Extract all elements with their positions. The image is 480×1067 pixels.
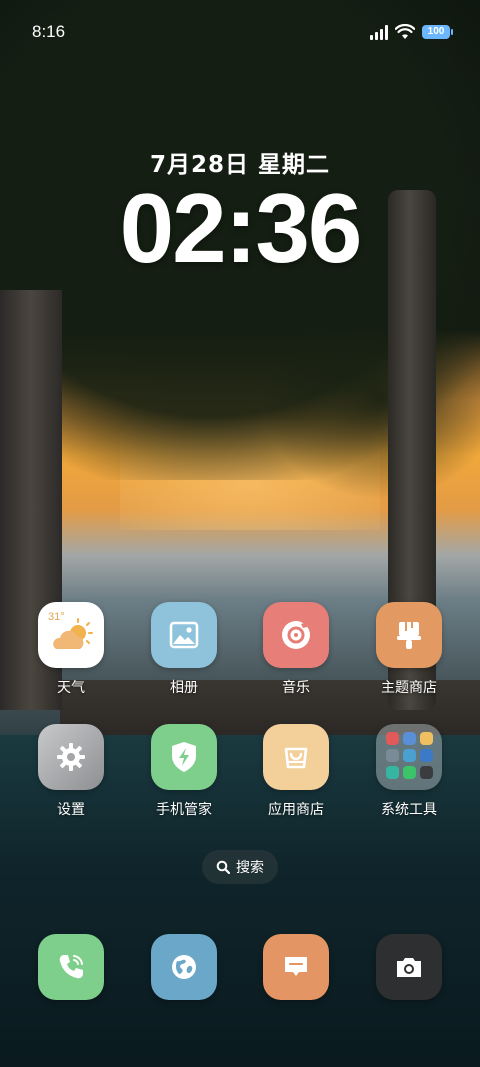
search-button[interactable]: 搜索 <box>202 850 278 884</box>
app-settings[interactable]: 设置 <box>21 724 121 819</box>
status-icons: 100 <box>370 24 453 40</box>
camera-icon[interactable] <box>376 934 442 1000</box>
app-label: 相册 <box>170 680 198 696</box>
signal-bars-icon <box>370 24 388 40</box>
settings-gear-icon <box>38 724 104 790</box>
app-gallery[interactable]: 相册 <box>134 602 234 697</box>
status-bar: 8:16 100 <box>0 0 480 68</box>
clock-time: 02:36 <box>119 173 363 283</box>
app-theme-store[interactable]: 主题商店 <box>359 602 459 697</box>
gallery-icon <box>151 602 217 668</box>
system-tools-folder-icon <box>376 724 442 790</box>
app-label: 主题商店 <box>381 680 437 696</box>
battery-icon: 100 <box>422 25 453 39</box>
app-app-store[interactable]: 应用商店 <box>246 724 346 819</box>
app-label: 音乐 <box>282 680 310 696</box>
search-label: 搜索 <box>236 860 264 876</box>
app-label: 天气 <box>57 680 85 696</box>
app-label: 应用商店 <box>268 802 324 818</box>
app-weather[interactable]: 31° 天气 <box>21 602 121 697</box>
status-time: 8:16 <box>32 22 66 41</box>
folder-system-tools[interactable]: 系统工具 <box>359 724 459 819</box>
battery-level: 100 <box>427 26 445 37</box>
app-phone-manager[interactable]: 手机管家 <box>134 724 234 819</box>
app-label: 手机管家 <box>156 802 212 818</box>
app-label: 系统工具 <box>381 802 437 818</box>
search-icon <box>216 860 230 874</box>
theme-store-icon <box>376 602 442 668</box>
music-icon <box>263 602 329 668</box>
app-store-bag-icon <box>263 724 329 790</box>
app-music[interactable]: 音乐 <box>246 602 346 697</box>
weather-icon: 31° <box>38 602 104 668</box>
weather-temp: 31° <box>48 611 65 623</box>
messages-icon[interactable] <box>263 934 329 1000</box>
wifi-icon <box>395 24 415 39</box>
phone-manager-shield-icon <box>151 724 217 790</box>
browser-globe-icon[interactable] <box>151 934 217 1000</box>
phone-icon[interactable] <box>38 934 104 1000</box>
home-screen: 8:16 100 7月28日 星期二 02:36 31° 天气 相册 音乐 主题… <box>0 0 480 1067</box>
app-label: 设置 <box>57 802 85 818</box>
